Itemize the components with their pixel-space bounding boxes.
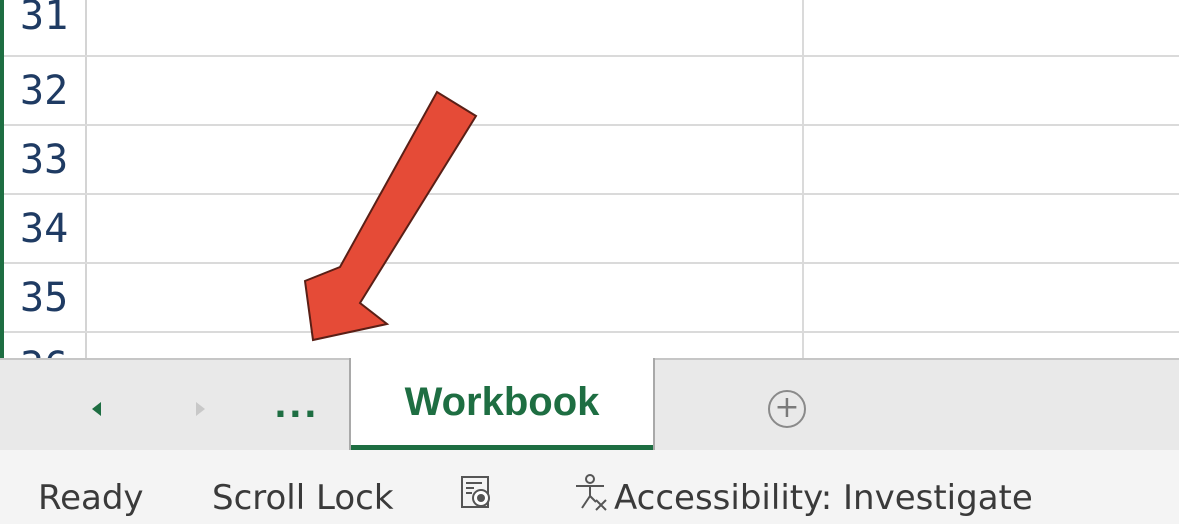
row-header-35[interactable]: 35 <box>0 264 87 333</box>
sheet-tab-bar: ... Workbook + <box>0 358 1179 450</box>
row-number: 33 <box>20 137 69 183</box>
accessibility-icon[interactable] <box>570 472 610 512</box>
row-header-33[interactable]: 33 <box>0 126 87 195</box>
row-number: 35 <box>20 275 69 321</box>
row-header-31[interactable]: 31 <box>0 0 87 55</box>
row-header-36[interactable]: 36 <box>0 333 87 358</box>
row-divider <box>0 331 1179 333</box>
row-divider <box>0 262 1179 264</box>
row-divider <box>0 124 1179 126</box>
sheet-tab-label: Workbook <box>404 380 600 424</box>
more-sheets-button[interactable]: ... <box>274 386 319 426</box>
row-divider <box>0 193 1179 195</box>
row-divider <box>0 55 1179 57</box>
row-number: 31 <box>20 0 69 39</box>
triangle-left-icon[interactable] <box>92 402 101 416</box>
sheet-tab-workbook[interactable]: Workbook <box>349 358 655 450</box>
row-number: 36 <box>20 347 68 358</box>
worksheet-grid[interactable]: 31 32 33 34 35 36 <box>0 0 1179 358</box>
row-number: 34 <box>20 206 69 252</box>
triangle-right-icon[interactable] <box>196 402 205 416</box>
status-accessibility[interactable]: Accessibility: Investigate <box>614 478 1033 518</box>
macro-record-icon[interactable] <box>460 475 492 509</box>
status-scroll-lock: Scroll Lock <box>212 478 394 518</box>
row-number: 32 <box>20 68 69 114</box>
column-divider <box>802 0 804 358</box>
status-ready: Ready <box>38 478 144 518</box>
add-sheet-button[interactable]: + <box>768 390 806 428</box>
row-header-32[interactable]: 32 <box>0 57 87 126</box>
row-header-34[interactable]: 34 <box>0 195 87 264</box>
status-bar: Ready Scroll Lock Accessibility: Investi… <box>0 450 1179 524</box>
selection-edge <box>0 0 4 358</box>
